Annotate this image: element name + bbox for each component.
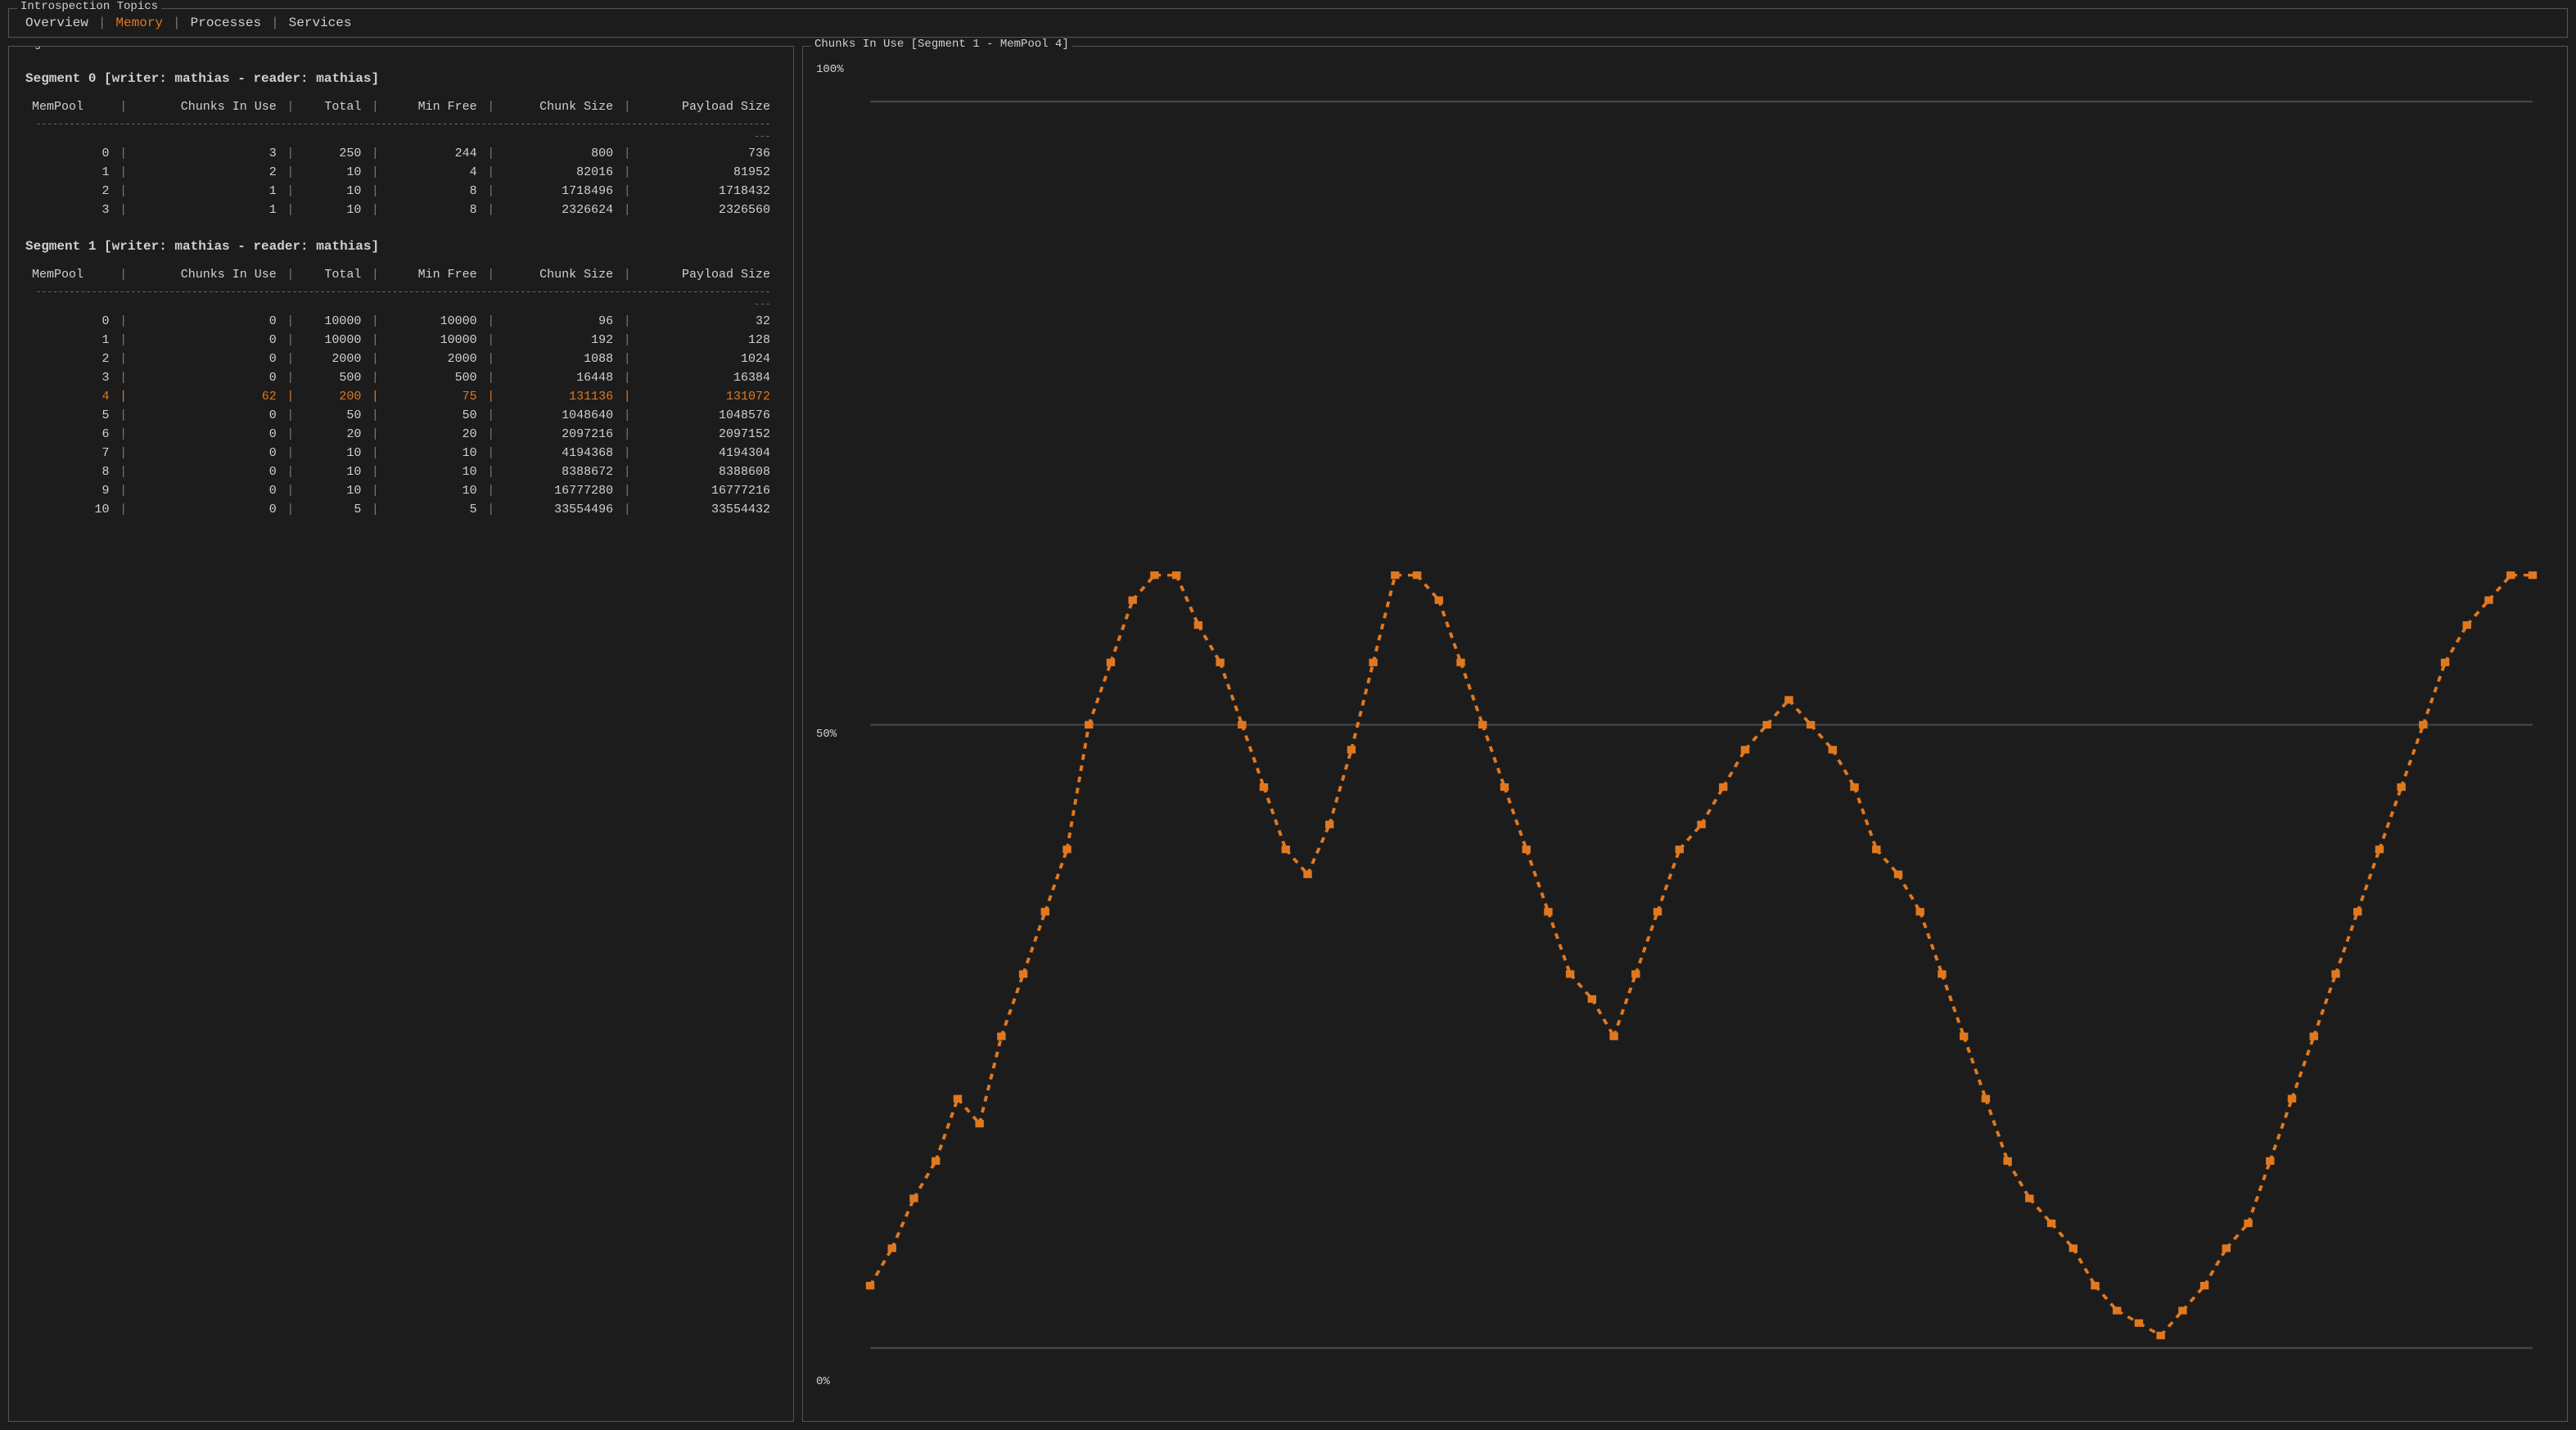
table-row: 0|0|10000|10000|96|32	[25, 312, 777, 331]
col-total-0: Total	[298, 97, 368, 116]
segment-1-table: MemPool | Chunks In Use | Total | Min Fr…	[25, 265, 777, 519]
table-row: 7|0|10|10|4194368|4194304	[25, 444, 777, 462]
col-chunks-1: Chunks In Use	[131, 265, 283, 284]
segment-0-table: MemPool | Chunks In Use | Total | Min Fr…	[25, 97, 777, 219]
col-chunksize-1: Chunk Size	[499, 265, 620, 284]
col-mempool-0: MemPool	[25, 97, 116, 116]
left-panel-title: Segment & MemPool Info	[17, 46, 175, 51]
chart-svg	[849, 83, 2554, 1405]
segment-1-header: Segment 1 [writer: mathias - reader: mat…	[25, 239, 777, 254]
tab-processes[interactable]: Processes	[184, 14, 268, 32]
col-minfree-1: Min Free	[383, 265, 484, 284]
col-mempool-1: MemPool	[25, 265, 116, 284]
left-panel: Segment & MemPool Info Segment 0 [writer…	[8, 46, 794, 1422]
table-row: 1|0|10000|10000|192|128	[25, 331, 777, 350]
right-panel-title: Chunks In Use [Segment 1 - MemPool 4]	[811, 38, 1072, 51]
col-total-1: Total	[298, 265, 368, 284]
col-minfree-0: Min Free	[383, 97, 484, 116]
tab-memory[interactable]: Memory	[109, 14, 169, 32]
table-row: 2|1|10|8|1718496|1718432	[25, 182, 777, 201]
sep-2: |	[173, 16, 181, 30]
table-row: 9|0|10|10|16777280|16777216	[25, 481, 777, 500]
chart-label-50: 50%	[816, 728, 837, 741]
sep-1: |	[98, 16, 106, 30]
tab-overview[interactable]: Overview	[19, 14, 95, 32]
table-row: 3|0|500|500|16448|16384	[25, 368, 777, 387]
nav-tabs: Overview | Memory | Processes | Services	[19, 14, 2557, 32]
table-row: 1|2|10|4|82016|81952	[25, 163, 777, 182]
col-payload-1: Payload Size	[634, 265, 777, 284]
chart-area: 100% 50% 0%	[816, 63, 2554, 1405]
table-row: 3|1|10|8|2326624|2326560	[25, 201, 777, 219]
chart-label-100: 100%	[816, 63, 2554, 76]
table-row: 6|0|20|20|2097216|2097152	[25, 425, 777, 444]
table-row: 5|0|50|50|1048640|1048576	[25, 406, 777, 425]
table-row: 0|3|250|244|800|736	[25, 144, 777, 163]
col-chunksize-0: Chunk Size	[499, 97, 620, 116]
nav-section-title: Introspection Topics	[17, 0, 161, 13]
segment-0-header: Segment 0 [writer: mathias - reader: mat…	[25, 71, 777, 86]
sep-3: |	[271, 16, 279, 30]
main-content: Segment & MemPool Info Segment 0 [writer…	[8, 46, 2568, 1422]
right-panel: Chunks In Use [Segment 1 - MemPool 4] 10…	[802, 46, 2568, 1422]
col-payload-0: Payload Size	[634, 97, 777, 116]
app-wrapper: Introspection Topics Overview | Memory |…	[0, 0, 2576, 1430]
col-chunks-0: Chunks In Use	[131, 97, 283, 116]
table-row: 8|0|10|10|8388672|8388608	[25, 462, 777, 481]
nav-section: Introspection Topics Overview | Memory |…	[8, 8, 2568, 38]
chart-svg-wrapper	[849, 83, 2554, 1405]
table-row: 4|62|200|75|131136|131072	[25, 387, 777, 406]
table-row: 2|0|2000|2000|1088|1024	[25, 350, 777, 368]
table-row: 10|0|5|5|33554496|33554432	[25, 500, 777, 519]
tab-services[interactable]: Services	[282, 14, 359, 32]
chart-label-0: 0%	[816, 1375, 830, 1388]
